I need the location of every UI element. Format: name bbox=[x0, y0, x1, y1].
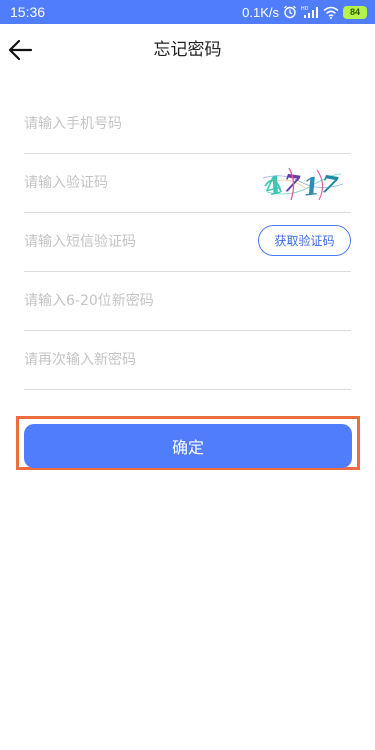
confirm-password-field-row bbox=[24, 331, 351, 390]
phone-field-row bbox=[24, 95, 351, 154]
captcha-char: 7 bbox=[319, 169, 341, 201]
alarm-icon bbox=[283, 5, 297, 19]
status-indicators: 0.1K/s HD 84 bbox=[242, 2, 367, 22]
confirm-password-input[interactable] bbox=[24, 331, 244, 389]
captcha-field-row: 4 7 1 7 bbox=[24, 154, 351, 213]
new-password-field-row bbox=[24, 272, 351, 331]
page-title: 忘记密码 bbox=[153, 40, 222, 60]
captcha-image[interactable]: 4 7 1 7 bbox=[261, 162, 345, 204]
sms-code-field-row: 获取验证码 bbox=[24, 213, 351, 272]
header: 忘记密码 bbox=[0, 24, 375, 76]
new-password-input[interactable] bbox=[24, 272, 244, 330]
phone-input[interactable] bbox=[24, 95, 244, 153]
reset-password-form: 4 7 1 7 获取验证码 bbox=[24, 95, 351, 390]
status-time: 15:36 bbox=[10, 4, 46, 20]
captcha-char: 4 bbox=[262, 170, 285, 202]
sms-code-input[interactable] bbox=[24, 213, 244, 271]
captcha-input[interactable] bbox=[24, 154, 244, 212]
get-sms-code-button[interactable]: 获取验证码 bbox=[258, 225, 351, 256]
network-speed: 0.1K/s bbox=[242, 4, 279, 20]
svg-text:HD: HD bbox=[301, 6, 309, 12]
wifi-icon bbox=[323, 6, 339, 19]
confirm-button[interactable]: 确定 bbox=[24, 424, 352, 468]
status-bar: 15:36 0.1K/s HD 84 bbox=[0, 0, 375, 24]
signal-icon: HD bbox=[301, 5, 319, 19]
battery-icon: 84 bbox=[343, 5, 367, 19]
